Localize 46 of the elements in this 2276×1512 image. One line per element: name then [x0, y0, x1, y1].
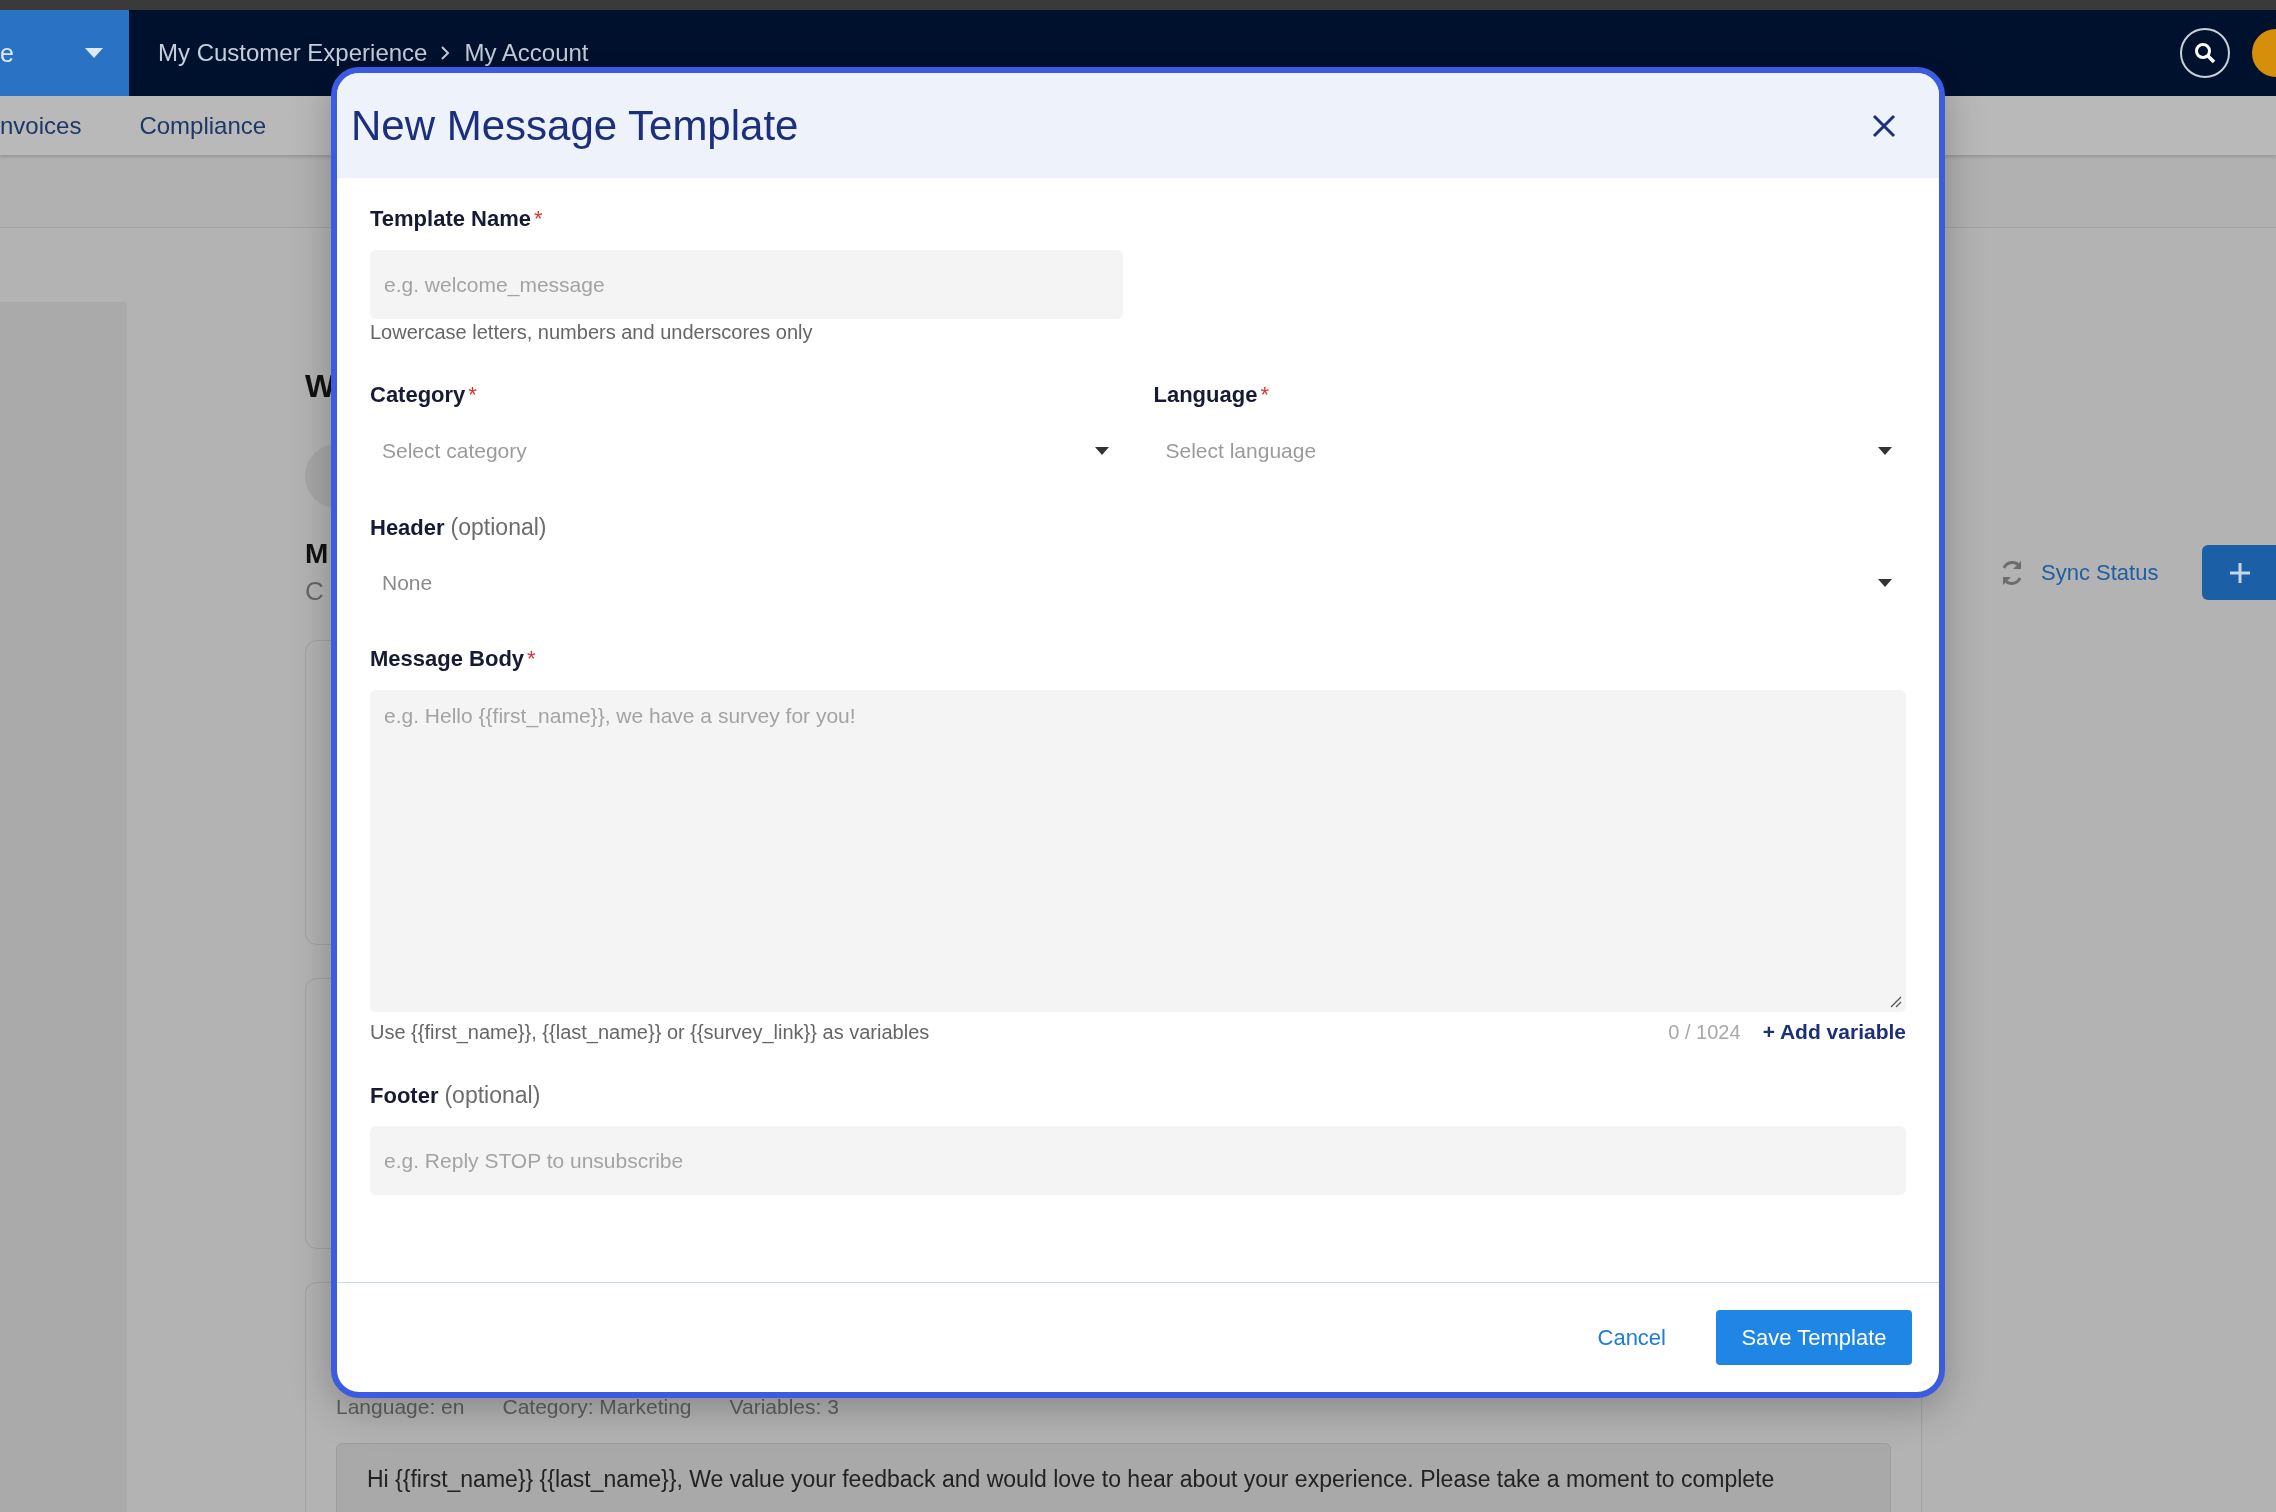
close-button[interactable] [1871, 112, 1897, 139]
caret-icon [1878, 579, 1892, 587]
field-label: Category [370, 382, 466, 408]
message-body-field[interactable]: e.g. Hello {{first_name}}, we have a survey for you! [370, 690, 1906, 1012]
menu-dropdown[interactable]: e [0, 10, 129, 96]
field-label: Language [1153, 382, 1258, 408]
add-button[interactable] [2202, 545, 2276, 600]
cancel-button[interactable]: Cancel [1593, 1316, 1670, 1359]
required-mark: * [534, 206, 543, 232]
template-meta: Variables: 3 [729, 1395, 839, 1419]
field-label: Message Body [370, 646, 525, 672]
section-title: M [305, 538, 329, 570]
preview-text: Hi {{first_name}} {{last_name}}, We value your feedback and would love to hear about your experience. Please take a moment to complete [367, 1466, 1776, 1493]
breadcrumb-item[interactable]: My Customer Experience [158, 39, 428, 67]
add-variable-link[interactable]: + Add variable [1762, 1020, 1906, 1044]
caret-icon [1094, 447, 1109, 455]
optional-note: (optional) [450, 514, 547, 541]
field-label: Footer [370, 1083, 439, 1109]
field-label: Header [370, 515, 445, 541]
required-mark: * [527, 646, 536, 672]
save-template-button[interactable]: Save Template [1716, 1310, 1912, 1365]
character-counter: 0 / 1024 [1668, 1020, 1741, 1044]
dialog-title: New Message Template [351, 101, 799, 150]
breadcrumb-item[interactable]: My Account [464, 39, 589, 67]
caret-icon [85, 48, 103, 58]
close-icon [1871, 112, 1897, 139]
nav-link[interactable]: Compliance [139, 111, 267, 140]
template-meta: Language: en [336, 1395, 465, 1419]
template-meta: Category: Marketing [502, 1395, 692, 1419]
optional-note: (optional) [444, 1082, 541, 1109]
search-icon [2194, 42, 2216, 64]
sync-status-button[interactable]: Sync Status [1999, 557, 2159, 588]
caret-icon [1878, 447, 1892, 455]
nav-link[interactable]: nvoices [0, 111, 82, 140]
resize-grip-icon[interactable] [1890, 996, 1902, 1008]
required-mark: * [468, 382, 477, 408]
required-mark: * [1260, 382, 1269, 408]
text-field[interactable]: e.g. welcome_message [370, 250, 1123, 319]
search-button[interactable] [2180, 28, 2230, 78]
field-label: Template Name [370, 206, 531, 232]
help-text: Lowercase letters, numbers and underscores only [370, 321, 814, 344]
chevron-right-icon [441, 46, 451, 60]
plus-icon [2228, 560, 2253, 585]
text-field[interactable]: e.g. Reply STOP to unsubscribe [370, 1126, 1906, 1195]
help-text: Use {{first_name}}, {{last_name}} or {{survey_link}} as variables [370, 1020, 931, 1044]
section-subtitle: C [305, 576, 324, 607]
